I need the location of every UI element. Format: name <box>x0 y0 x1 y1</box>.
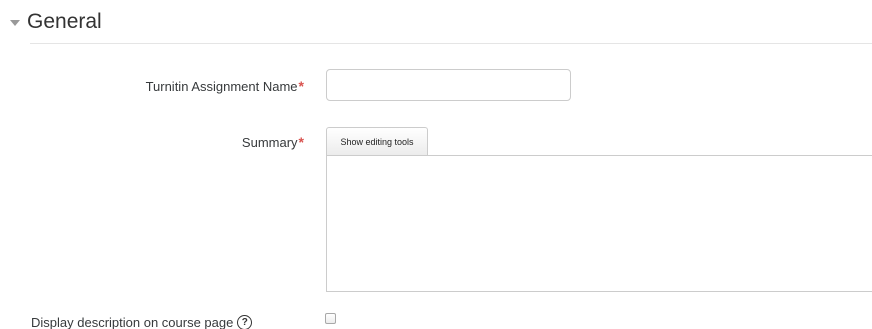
assignment-name-label-text: Turnitin Assignment Name <box>145 79 298 94</box>
show-editing-tools-button[interactable]: Show editing tools <box>326 127 428 155</box>
form-page: General Turnitin Assignment Name* Summar… <box>0 0 872 329</box>
required-marker: * <box>298 134 304 150</box>
summary-label-text: Summary <box>241 135 298 150</box>
general-section-toggle[interactable]: General <box>10 6 102 38</box>
section-title: General <box>27 10 102 33</box>
display-description-label-text: Display description on course page <box>31 315 234 329</box>
assignment-name-label: Turnitin Assignment Name* <box>146 78 304 94</box>
summary-editor[interactable] <box>326 155 872 292</box>
section-divider <box>30 43 872 44</box>
assignment-name-input[interactable] <box>326 69 571 101</box>
required-marker: * <box>298 78 304 94</box>
display-description-label: Display description on course page ? <box>31 315 253 329</box>
display-description-checkbox[interactable] <box>325 313 336 324</box>
summary-label: Summary* <box>242 134 304 150</box>
caret-down-icon <box>10 20 20 26</box>
help-icon[interactable]: ? <box>237 315 253 329</box>
